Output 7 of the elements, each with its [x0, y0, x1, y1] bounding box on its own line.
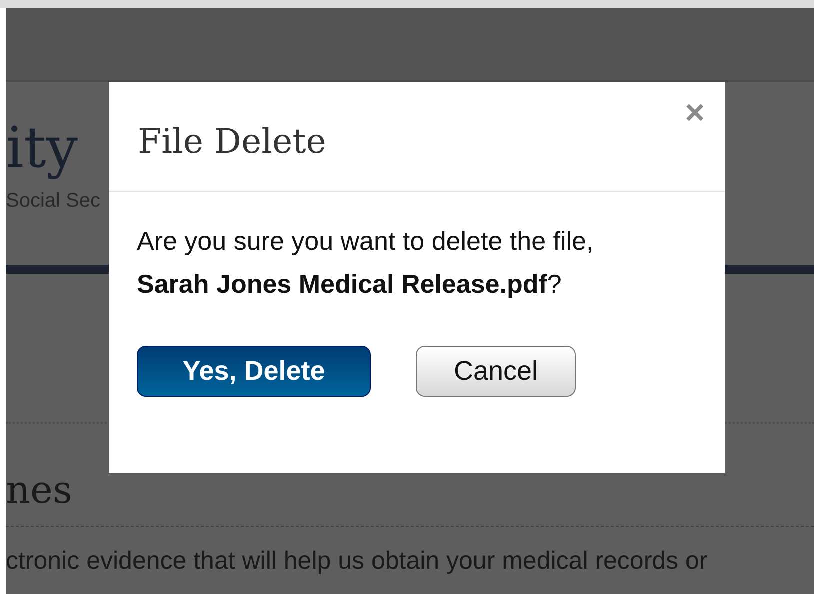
section-heading: nes [6, 468, 72, 512]
dialog-title: File Delete [138, 122, 326, 162]
delete-button[interactable]: Yes, Delete [137, 346, 371, 397]
cancel-button[interactable]: Cancel [416, 346, 576, 397]
site-title: ity [6, 118, 78, 180]
dialog-message: Are you sure you want to delete the file, Sarah Jones Medical Release.pdf? [137, 225, 595, 301]
section-text: ctronic evidence that will help us obtain your medical records or [6, 547, 708, 576]
